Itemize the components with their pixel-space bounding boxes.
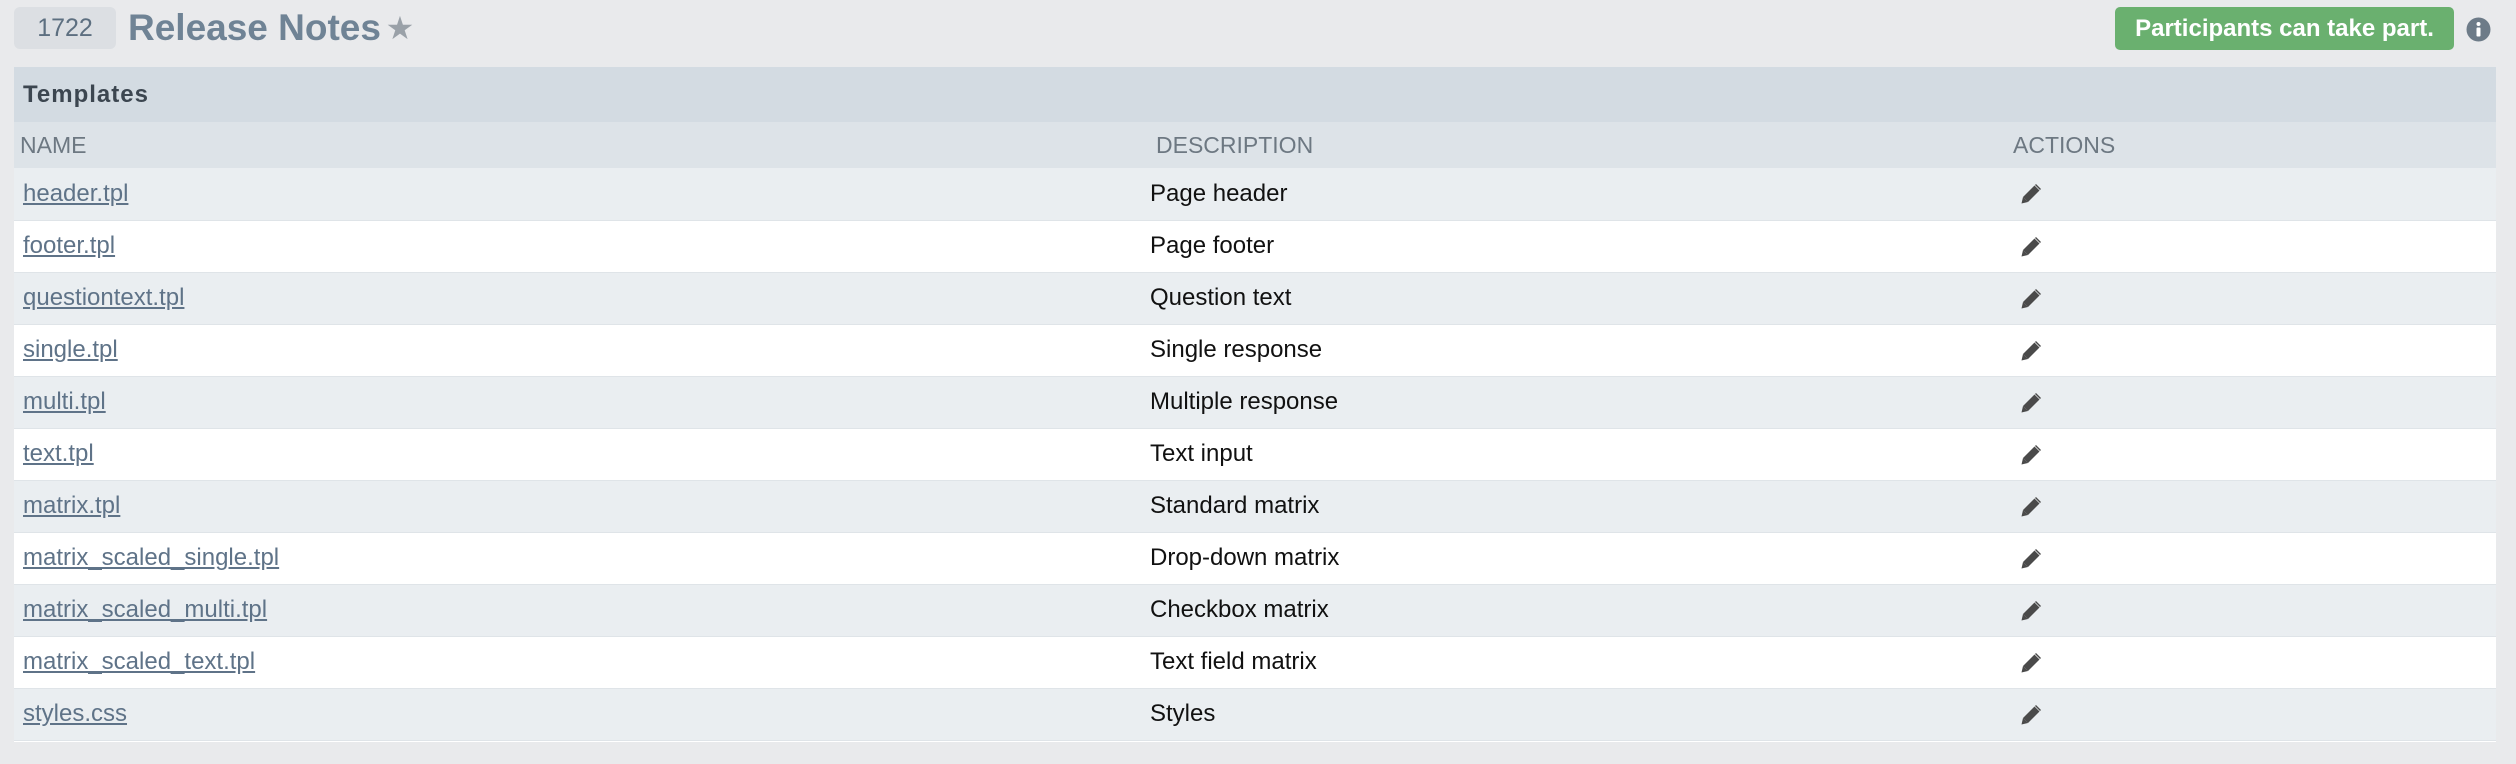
actions-cell [2007,636,2496,689]
column-header-actions: ACTIONS [2013,131,2116,158]
template-description: Checkbox matrix [1150,584,2007,637]
template-description: Page header [1150,168,2007,221]
pencil-icon[interactable] [2019,182,2043,206]
template-description: Question text [1150,272,2007,325]
template-name-link[interactable]: matrix_scaled_multi.tpl [23,596,267,623]
table-body: header.tpl Page header footer.tpl Page foot… [14,168,2496,741]
pencil-icon[interactable] [2019,443,2043,467]
column-header-description[interactable]: DESCRIPTION [1150,122,2007,168]
actions-cell [2007,324,2496,377]
actions-cell [2007,532,2496,585]
pencil-icon[interactable] [2019,651,2043,675]
template-description: Text input [1150,428,2007,481]
template-name-cell: styles.css [14,688,1150,741]
table-row: questiontext.tpl Question text [14,272,2496,325]
survey-id-badge: 1722 [14,7,116,49]
template-name-link[interactable]: single.tpl [23,336,118,363]
star-icon[interactable]: ★ [383,10,417,46]
template-name-cell: matrix.tpl [14,480,1150,533]
template-name-link[interactable]: matrix_scaled_single.tpl [23,544,279,571]
template-name-link[interactable]: header.tpl [23,180,128,207]
template-name-cell: multi.tpl [14,376,1150,429]
templates-panel: Templates NAME DESCRIPTION ACTIONS heade… [14,67,2496,742]
pencil-icon[interactable] [2019,235,2043,259]
page-header: 1722 Release Notes ★ Participants can ta… [0,0,2516,60]
column-header-name[interactable]: NAME [14,122,1150,168]
table-row: matrix_scaled_single.tpl Drop-down matrix [14,532,2496,585]
table-row: matrix_scaled_multi.tpl Checkbox matrix [14,584,2496,637]
pencil-icon[interactable] [2019,547,2043,571]
template-name-cell: matrix_scaled_single.tpl [14,532,1150,585]
table-row: header.tpl Page header [14,168,2496,221]
template-description: Drop-down matrix [1150,532,2007,585]
actions-cell [2007,688,2496,741]
template-description: Standard matrix [1150,480,2007,533]
template-name-link[interactable]: matrix.tpl [23,492,120,519]
actions-cell [2007,376,2496,429]
page-title: Release Notes [128,7,381,48]
pencil-icon[interactable] [2019,339,2043,363]
actions-cell [2007,220,2496,273]
template-description: Text field matrix [1150,636,2007,689]
template-name-cell: header.tpl [14,168,1150,221]
template-description: Styles [1150,688,2007,741]
template-name-link[interactable]: questiontext.tpl [23,284,184,311]
actions-cell [2007,584,2496,637]
actions-cell [2007,168,2496,221]
template-description: Multiple response [1150,376,2007,429]
template-name-cell: questiontext.tpl [14,272,1150,325]
table-row: multi.tpl Multiple response [14,376,2496,429]
templates-table: NAME DESCRIPTION ACTIONS header.tpl Page … [14,122,2496,741]
template-description: Page footer [1150,220,2007,273]
template-name-cell: matrix_scaled_text.tpl [14,636,1150,689]
info-icon[interactable] [2466,17,2491,42]
pencil-icon[interactable] [2019,703,2043,727]
template-name-cell: matrix_scaled_multi.tpl [14,584,1150,637]
template-name-link[interactable]: styles.css [23,700,127,727]
section-title: Templates [14,67,2496,122]
pencil-icon[interactable] [2019,287,2043,311]
template-description: Single response [1150,324,2007,377]
actions-cell [2007,480,2496,533]
template-name-cell: footer.tpl [14,220,1150,273]
actions-cell [2007,272,2496,325]
template-name-cell: single.tpl [14,324,1150,377]
table-row: matrix.tpl Standard matrix [14,480,2496,533]
pencil-icon[interactable] [2019,495,2043,519]
table-header-row: NAME DESCRIPTION ACTIONS [14,122,2496,168]
template-name-link[interactable]: matrix_scaled_text.tpl [23,648,255,675]
actions-cell [2007,428,2496,481]
table-row: single.tpl Single response [14,324,2496,377]
template-name-link[interactable]: footer.tpl [23,232,115,259]
table-row: text.tpl Text input [14,428,2496,481]
table-row: styles.css Styles [14,688,2496,741]
template-name-link[interactable]: multi.tpl [23,388,106,415]
pencil-icon[interactable] [2019,391,2043,415]
template-name-link[interactable]: text.tpl [23,440,94,467]
pencil-icon[interactable] [2019,599,2043,623]
table-row: matrix_scaled_text.tpl Text field matrix [14,636,2496,689]
status-badge[interactable]: Participants can take part. [2115,7,2454,50]
template-name-cell: text.tpl [14,428,1150,481]
table-row: footer.tpl Page footer [14,220,2496,273]
